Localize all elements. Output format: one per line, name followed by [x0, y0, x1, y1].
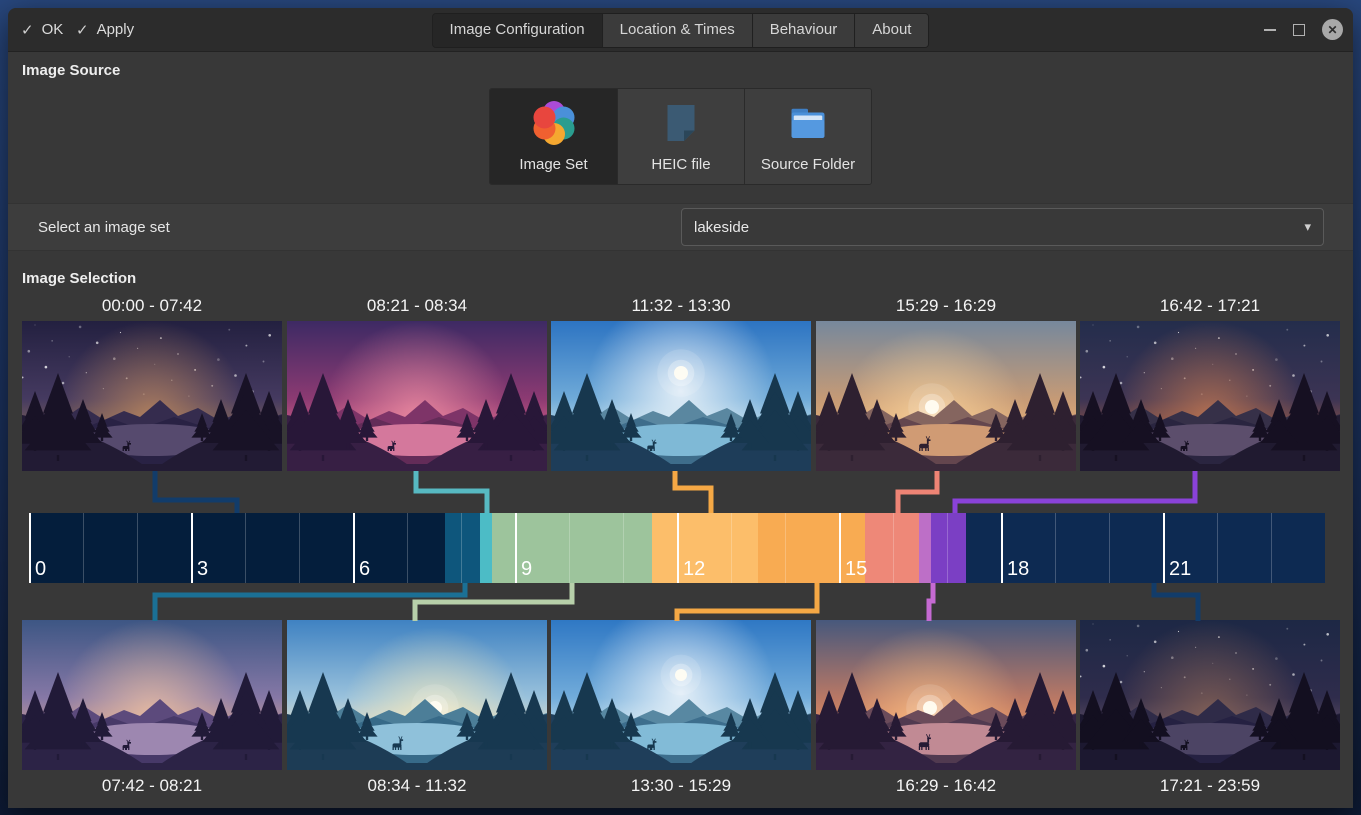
top-time-label: 15:29 - 16:29 [816, 296, 1076, 316]
timeline-hour-line [83, 513, 84, 583]
timeline-hour-line [245, 513, 246, 583]
timeline-tick [353, 513, 355, 583]
timeline-hour-line [1271, 513, 1272, 583]
top-wallpaper-thumbnail [551, 321, 811, 471]
timeline-hour-line [569, 513, 570, 583]
top-wallpaper-thumbnail [287, 321, 547, 471]
timeline-hour-line [299, 513, 300, 583]
desktop-background: ✓ OK ✓ Apply Image Configuration Locatio… [0, 0, 1361, 815]
bottom-wallpaper-thumbnail [1080, 620, 1340, 770]
timeline-tick-label: 12 [683, 558, 705, 581]
timeline-segment [29, 513, 445, 583]
timeline-tick-label: 6 [359, 558, 370, 581]
timeline-segment [480, 513, 492, 583]
top-time-label: 00:00 - 07:42 [22, 296, 282, 316]
timeline-bar: 0 3 6 9 12 15 18 21 [29, 513, 1325, 583]
top-wallpaper-thumbnail [1080, 321, 1340, 471]
timeline-tick [191, 513, 193, 583]
timeline-segment [919, 513, 931, 583]
timeline-tick-label: 15 [845, 558, 867, 581]
top-time-label: 11:32 - 13:30 [551, 296, 811, 316]
bottom-time-label: 08:34 - 11:32 [287, 776, 547, 796]
bottom-time-label: 17:21 - 23:59 [1080, 776, 1340, 796]
timeline-hour-line [461, 513, 462, 583]
top-wallpaper-thumbnail [816, 321, 1076, 471]
image-selection-area: 00:00 - 07:4208:21 - 08:3411:32 - 13:301… [0, 0, 1361, 815]
timeline-hour-line [785, 513, 786, 583]
timeline-hour-line [137, 513, 138, 583]
timeline-tick [1001, 513, 1003, 583]
timeline-hour-line [623, 513, 624, 583]
bottom-time-label: 13:30 - 15:29 [551, 776, 811, 796]
timeline-tick [839, 513, 841, 583]
timeline-hour-line [407, 513, 408, 583]
timeline-tick-label: 0 [35, 558, 46, 581]
timeline-hour-line [1109, 513, 1110, 583]
timeline-tick [677, 513, 679, 583]
bottom-wallpaper-thumbnail [551, 620, 811, 770]
bottom-wallpaper-thumbnail [287, 620, 547, 770]
top-time-label: 08:21 - 08:34 [287, 296, 547, 316]
timeline-segment [445, 513, 480, 583]
timeline-tick [29, 513, 31, 583]
bottom-time-label: 16:29 - 16:42 [816, 776, 1076, 796]
timeline-hour-line [947, 513, 948, 583]
timeline-tick [1163, 513, 1165, 583]
timeline-tick-label: 21 [1169, 558, 1191, 581]
timeline-segment [931, 513, 966, 583]
timeline-hour-line [731, 513, 732, 583]
timeline-tick-label: 3 [197, 558, 208, 581]
timeline-tick-label: 9 [521, 558, 532, 581]
top-time-label: 16:42 - 17:21 [1080, 296, 1340, 316]
top-wallpaper-thumbnail [22, 321, 282, 471]
timeline-hour-line [893, 513, 894, 583]
bottom-time-label: 07:42 - 08:21 [22, 776, 282, 796]
bottom-wallpaper-thumbnail [22, 620, 282, 770]
timeline-segment [865, 513, 919, 583]
bottom-wallpaper-thumbnail [816, 620, 1076, 770]
timeline-tick-label: 18 [1007, 558, 1029, 581]
timeline-hour-line [1055, 513, 1056, 583]
timeline-hour-line [1217, 513, 1218, 583]
timeline-tick [515, 513, 517, 583]
